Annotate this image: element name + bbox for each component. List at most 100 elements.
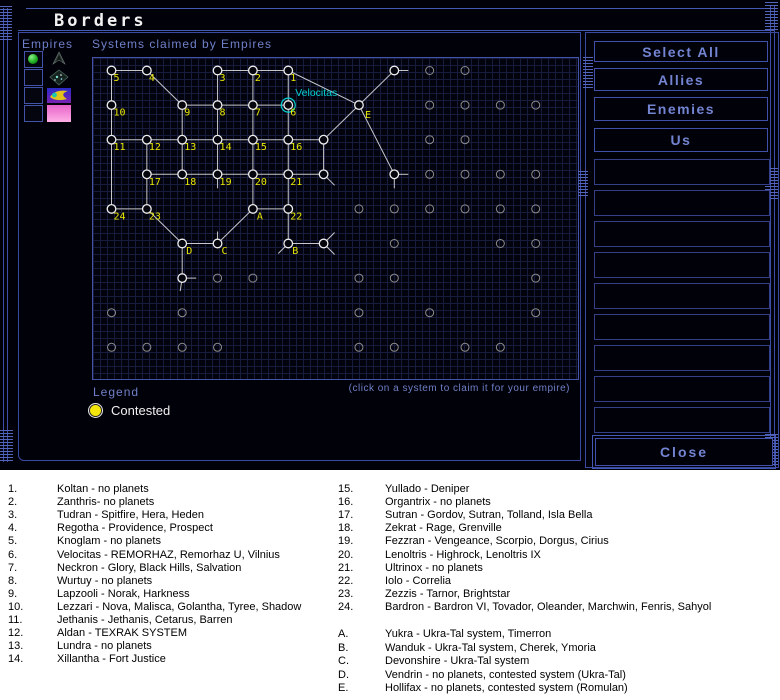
unclaimed-system-node[interactable] [461,343,469,351]
unclaimed-system-node[interactable] [178,343,186,351]
empire-checkbox-3[interactable] [24,87,43,104]
system-number: 1. [8,483,17,495]
close-button-frame: Close [592,435,776,469]
unclaimed-system-node[interactable] [426,101,434,109]
system-number-label: C [222,246,228,257]
unclaimed-system-node[interactable] [496,101,504,109]
swoosh-crest-icon [46,87,72,104]
system-number-label: 5 [114,73,120,84]
empty-button-slot[interactable] [594,345,770,371]
claimed-system-node-B[interactable] [284,239,293,248]
unclaimed-system-node[interactable] [426,67,434,75]
empty-button-slot[interactable] [594,407,770,433]
system-number-label: 13 [184,142,196,153]
system-number-label: 7 [255,108,261,119]
unclaimed-system-node[interactable] [214,343,222,351]
empty-button-slot[interactable] [594,252,770,278]
unclaimed-system-node[interactable] [461,170,469,178]
unclaimed-system-node[interactable] [426,205,434,213]
system-number-label: 16 [290,142,302,153]
unclaimed-system-node[interactable] [143,343,151,351]
unclaimed-system-node[interactable] [390,240,398,248]
system-number: B. [338,642,348,654]
system-number-label: 18 [184,177,196,188]
empty-button-slot[interactable] [594,314,770,340]
claimed-system-node[interactable] [390,66,399,75]
empty-button-slot[interactable] [594,283,770,309]
system-name: Zanthris- no planets [57,496,154,508]
empty-button-slot[interactable] [594,221,770,247]
unclaimed-system-node[interactable] [461,101,469,109]
close-button[interactable]: Close [595,438,773,466]
us-button[interactable]: Us [594,128,768,152]
system-number-label: E [365,110,371,121]
empty-button-slot[interactable] [594,159,770,185]
system-name: Yukra - Ukra-Tal system, Timerron [385,628,551,640]
unclaimed-system-node[interactable] [532,240,540,248]
map-edge [359,71,394,106]
empty-button-slot[interactable] [594,376,770,402]
system-name: Regotha - Providence, Prospect [57,522,213,534]
unclaimed-system-node[interactable] [178,309,186,317]
unclaimed-system-node[interactable] [426,170,434,178]
unclaimed-system-node[interactable] [532,309,540,317]
system-number-label: A [257,211,263,222]
claimed-system-node-E[interactable] [355,101,364,110]
unclaimed-system-node[interactable] [249,274,257,282]
unclaimed-system-node[interactable] [108,343,116,351]
unclaimed-system-node[interactable] [532,170,540,178]
map-edge [324,105,359,140]
enemies-button[interactable]: Enemies [594,97,768,121]
empire-checkbox-1[interactable] [24,51,43,68]
claimed-system-node-C[interactable] [213,239,222,248]
system-name: Iolo - Correlia [385,575,451,587]
system-name: Koltan - no planets [57,483,149,495]
unclaimed-system-node[interactable] [461,67,469,75]
claimed-system-node[interactable] [319,135,328,144]
legend-title: Legend [93,385,139,399]
unclaimed-system-node[interactable] [214,274,222,282]
system-number-label: 24 [114,211,126,222]
claimed-system-node[interactable] [319,170,328,179]
system-number: E. [338,682,348,694]
system-number: 13. [8,640,23,652]
claimed-system-node[interactable] [390,170,399,179]
empire-checkbox-4[interactable] [24,105,43,122]
unclaimed-system-node[interactable] [355,309,363,317]
unclaimed-system-node[interactable] [496,240,504,248]
system-name: Knoglam - no planets [57,535,161,547]
unclaimed-system-node[interactable] [426,309,434,317]
claimed-system-node[interactable] [319,239,328,248]
unclaimed-system-node[interactable] [355,343,363,351]
system-number-label: 14 [220,142,232,153]
system-name: Organtrix - no planets [385,496,491,508]
unclaimed-system-node[interactable] [390,343,398,351]
unclaimed-system-node[interactable] [355,274,363,282]
unclaimed-system-node[interactable] [108,309,116,317]
unclaimed-system-node[interactable] [461,136,469,144]
unclaimed-system-node[interactable] [496,343,504,351]
unclaimed-system-node[interactable] [426,136,434,144]
system-number: 5. [8,535,17,547]
unclaimed-system-node[interactable] [461,205,469,213]
claimed-system-node[interactable] [178,274,187,283]
select-all-button[interactable]: Select All [594,41,768,62]
unclaimed-system-node[interactable] [390,205,398,213]
system-number: 11. [8,614,22,626]
starmap-svg[interactable]: 5432110987Velocitas6E1112131415161718192… [93,58,576,377]
unclaimed-system-node[interactable] [390,274,398,282]
empty-button-slot[interactable] [594,190,770,216]
unclaimed-system-node[interactable] [496,170,504,178]
greeble [765,2,778,32]
empire-checkbox-2[interactable] [24,69,43,86]
unclaimed-system-node[interactable] [532,274,540,282]
unclaimed-system-node[interactable] [496,205,504,213]
unclaimed-system-node[interactable] [532,101,540,109]
system-number: 6. [8,549,17,561]
systems-map[interactable]: 5432110987Velocitas6E1112131415161718192… [92,57,579,380]
greeble [578,171,588,197]
checked-indicator [28,54,38,64]
allies-button[interactable]: Allies [594,68,768,91]
unclaimed-system-node[interactable] [532,205,540,213]
unclaimed-system-node[interactable] [355,205,363,213]
